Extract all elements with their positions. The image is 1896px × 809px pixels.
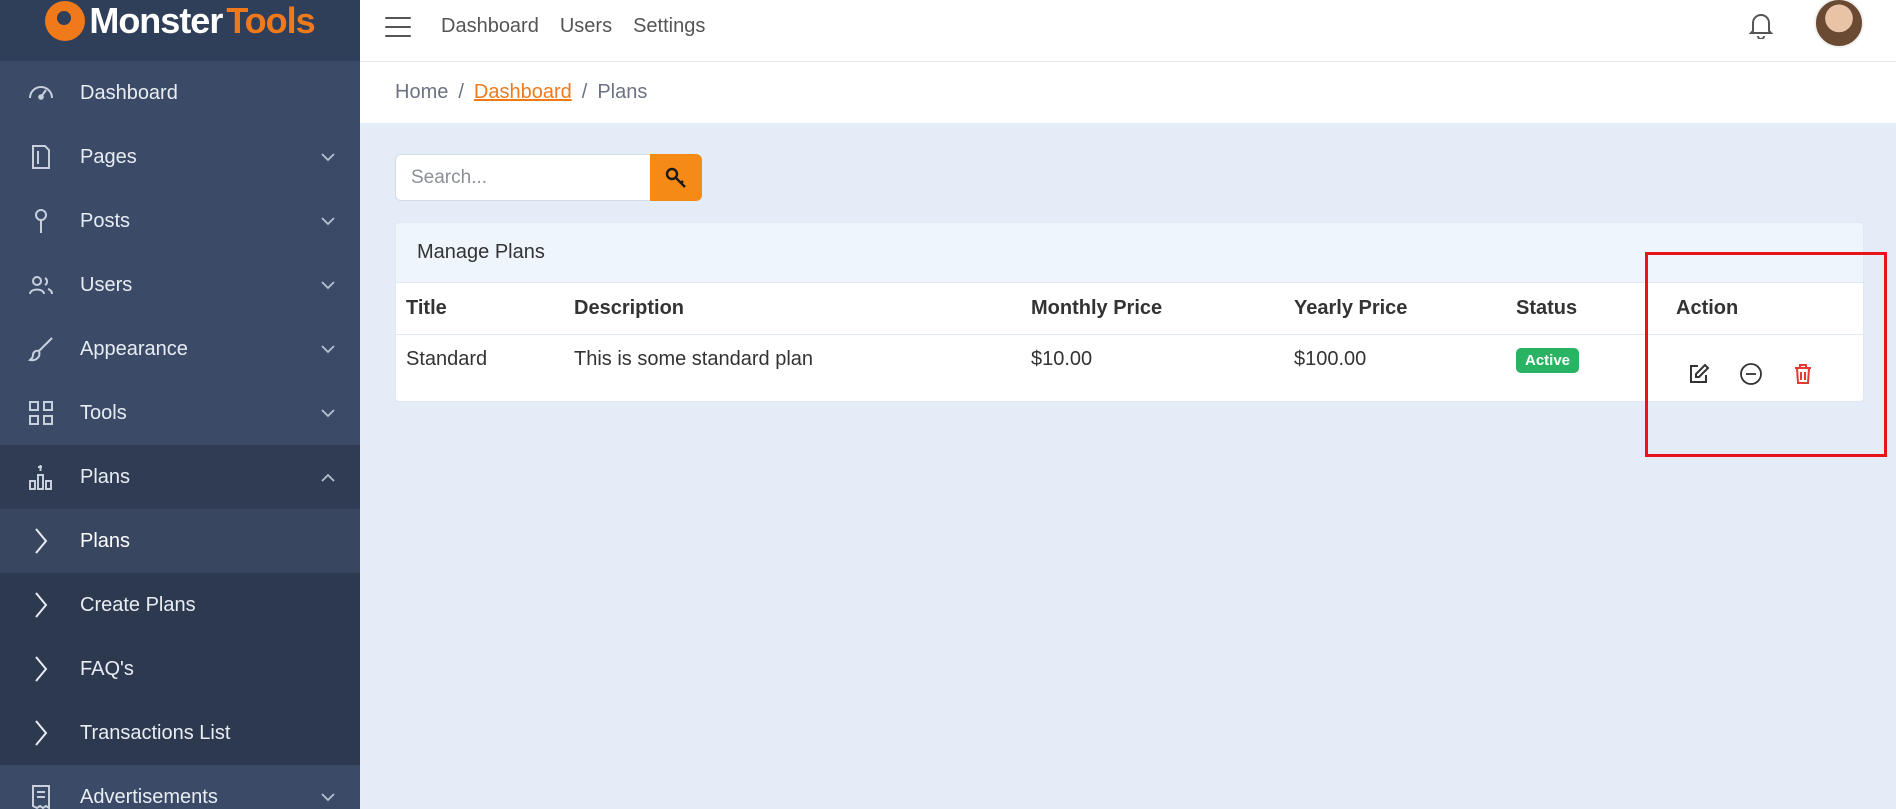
deactivate-button[interactable] (1738, 361, 1764, 387)
sidebar-item-label: Users (80, 273, 133, 296)
sidebar-item-pages[interactable]: Pages (0, 125, 360, 189)
sidebar-item-appearance[interactable]: Appearance (0, 317, 360, 381)
plan-status-cell: Active (1516, 334, 1676, 401)
sidebar-item-label: Appearance (80, 337, 188, 360)
chevron-right-icon (28, 589, 54, 621)
table-row: Standard This is some standard plan $10.… (396, 334, 1863, 401)
search-button[interactable] (650, 154, 702, 201)
plan-monthly-price-cell: $10.00 (1031, 347, 1093, 370)
sidebar-subitem-label: Plans (80, 529, 131, 552)
sidebar-item-advertisements[interactable]: Advertisements (0, 765, 360, 809)
search-input[interactable] (395, 154, 650, 201)
chevron-right-icon (28, 717, 54, 749)
manage-plans-card: Manage Plans Title Description Monthly P… (395, 222, 1864, 402)
table-header-row: Title Description Monthly Price Yearly P… (396, 283, 1863, 335)
breadcrumb-separator: / (458, 81, 464, 103)
sidebar-item-label: Posts (80, 209, 131, 232)
sidebar-subitem-label: Transactions List (80, 721, 231, 744)
column-header-title: Title (396, 283, 574, 335)
top-nav-users[interactable]: Users (560, 15, 612, 38)
sidebar-item-users[interactable]: Users (0, 253, 360, 317)
sidebar-subitem-create-plans[interactable]: Create Plans (0, 573, 360, 637)
topbar: Dashboard Users Settings (360, 0, 1896, 62)
status-badge: Active (1516, 347, 1580, 373)
breadcrumb: Home / Dashboard / Plans (360, 62, 1896, 123)
chevron-down-icon (318, 787, 338, 807)
sidebar-subitem-label: Create Plans (80, 593, 196, 616)
sidebar-item-plans[interactable]: Plans (0, 445, 360, 509)
plans-icon (28, 464, 54, 490)
sidebar-subitem-plans[interactable]: Plans (0, 509, 360, 573)
pin-icon (28, 208, 54, 234)
sidebar-item-dashboard[interactable]: Dashboard (0, 61, 360, 125)
column-header-description: Description (574, 283, 1031, 335)
brush-icon (28, 336, 54, 362)
sidebar-item-label: Plans (80, 465, 131, 488)
column-header-monthly-price: Monthly Price (1031, 283, 1294, 335)
column-header-yearly-price: Yearly Price (1294, 283, 1516, 335)
trash-icon (1795, 363, 1811, 384)
breadcrumb-current: Plans (597, 81, 648, 103)
column-header-status: Status (1516, 283, 1676, 335)
chevron-down-icon (318, 403, 338, 423)
breadcrumb-separator: / (581, 81, 588, 103)
sidebar-item-label: Pages (80, 145, 137, 168)
plan-description-cell: This is some standard plan (574, 347, 814, 370)
top-nav-settings[interactable]: Settings (633, 15, 705, 38)
user-avatar[interactable] (1814, 0, 1864, 48)
top-nav-dashboard[interactable]: Dashboard (441, 15, 539, 38)
minus-circle-icon (1740, 362, 1762, 385)
breadcrumb-dashboard-link[interactable]: Dashboard (474, 81, 572, 104)
sidebar: Monster Tools Dashboard Pages Posts User… (0, 0, 360, 809)
brand-logo[interactable]: Monster Tools (0, 0, 360, 61)
search-key-icon (665, 167, 686, 188)
sidebar-subitem-transactions-list[interactable]: Transactions List (0, 701, 360, 765)
plan-actions-cell (1676, 334, 1863, 401)
sidebar-subitem-label: FAQ's (80, 657, 134, 680)
chevron-down-icon (318, 339, 338, 359)
edit-icon (1690, 363, 1710, 383)
chevron-right-icon (28, 653, 54, 685)
receipt-icon (28, 784, 54, 809)
plans-table: Title Description Monthly Price Yearly P… (396, 283, 1863, 401)
hamburger-menu-icon[interactable] (385, 16, 411, 37)
sidebar-subitem-faqs[interactable]: FAQ's (0, 637, 360, 701)
dashboard-gauge-icon (28, 80, 54, 106)
plan-yearly-price-cell: $100.00 (1294, 347, 1367, 370)
plan-title-cell: Standard (406, 347, 488, 370)
sidebar-item-posts[interactable]: Posts (0, 189, 360, 253)
chevron-up-icon (318, 467, 338, 487)
monster-logo-icon (45, 0, 86, 41)
search-bar (395, 154, 702, 201)
card-title: Manage Plans (396, 223, 1863, 283)
grid-icon (28, 400, 54, 426)
delete-button[interactable] (1790, 361, 1816, 387)
chevron-right-icon (28, 525, 54, 557)
pages-icon (28, 144, 54, 170)
sidebar-item-label: Tools (80, 401, 127, 424)
chevron-down-icon (318, 147, 338, 167)
sidebar-item-tools[interactable]: Tools (0, 381, 360, 445)
column-header-action: Action (1676, 283, 1863, 335)
brand-name-part1: Monster (89, 0, 223, 41)
brand-name-part2: Tools (226, 0, 315, 41)
edit-button[interactable] (1686, 361, 1712, 387)
chevron-down-icon (318, 211, 338, 231)
breadcrumb-home[interactable]: Home (395, 81, 448, 104)
notification-bell-icon[interactable] (1748, 11, 1774, 40)
sidebar-item-label: Dashboard (80, 81, 178, 104)
users-icon (28, 272, 54, 298)
chevron-down-icon (318, 275, 338, 295)
sidebar-item-label: Advertisements (80, 785, 218, 808)
